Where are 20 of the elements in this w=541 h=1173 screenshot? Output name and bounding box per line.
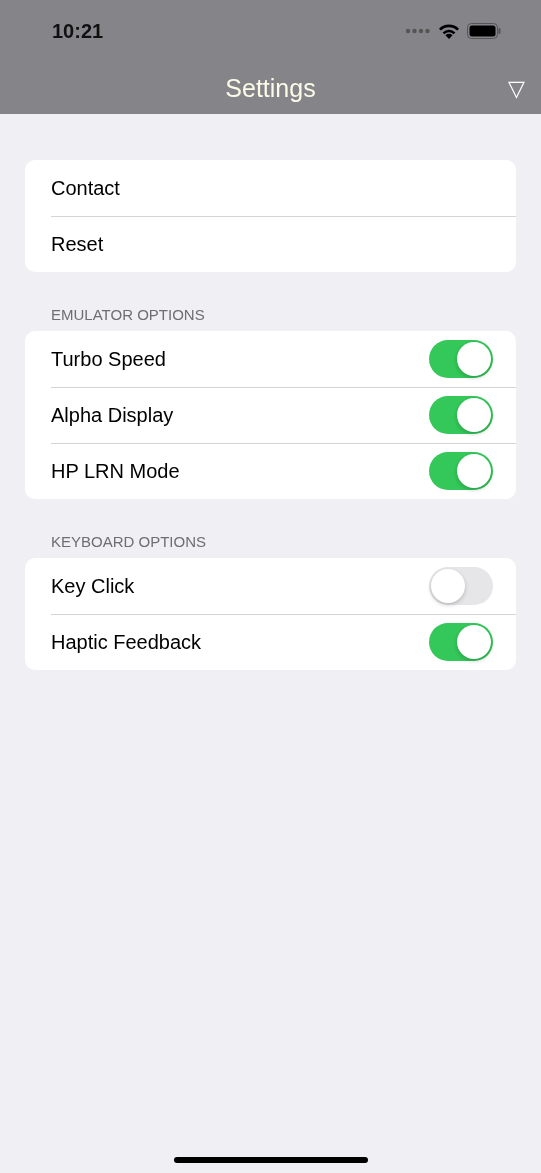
battery-icon [467,23,501,39]
toggle-switch[interactable] [429,340,493,378]
setting-label: Turbo Speed [51,347,166,371]
section-header: KEYBOARD OPTIONS [50,533,208,552]
status-time: 10:21 [52,19,104,43]
toggle-switch[interactable] [429,567,493,605]
settings-row[interactable]: Contact [51,176,120,200]
filter-button[interactable]: ▽ [508,75,525,101]
toggle-switch[interactable] [429,452,493,490]
section-header: EMULATOR OPTIONS [50,306,206,325]
setting-label: Alpha Display [51,403,174,427]
settings-row[interactable]: Reset [51,232,104,256]
setting-label: Haptic Feedback [51,630,202,654]
setting-label: Key Click [51,574,135,598]
signal-icon [405,28,431,34]
toggle-switch[interactable] [429,623,493,661]
wifi-icon [438,23,460,39]
setting-label: HP LRN Mode [51,459,180,483]
screen-title: Settings [225,73,316,103]
toggle-switch[interactable] [429,396,493,434]
